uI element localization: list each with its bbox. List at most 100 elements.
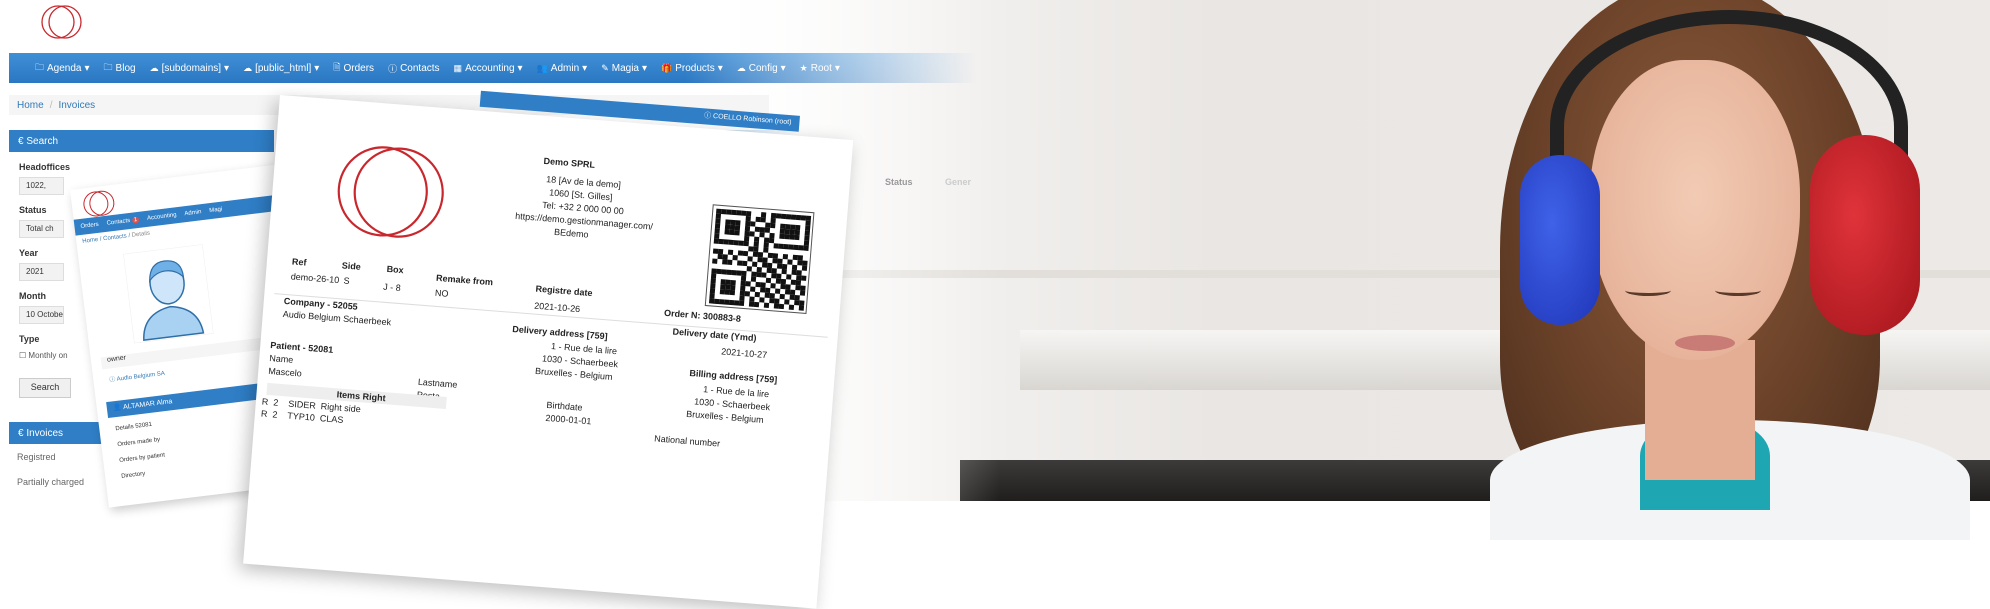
qr-module <box>712 258 718 264</box>
search-panel-title: Search <box>26 135 59 147</box>
owner-row: owner <box>100 335 281 370</box>
directory-link[interactable]: Directory <box>121 471 146 480</box>
headoffices-select[interactable]: 1022, <box>19 177 64 195</box>
registre-date-value: 2021-10-26 <box>533 300 581 315</box>
mini-bc-details: Details <box>131 230 151 239</box>
red-ear-cup <box>1810 135 1920 335</box>
ref-value: demo-26-10 <box>290 271 340 286</box>
qr-module <box>778 303 785 310</box>
billing-address-label: Billing address [759] <box>689 367 778 385</box>
invoices-item-partially-charged[interactable]: Partially charged <box>17 477 84 487</box>
details-link[interactable]: Details 52081 <box>115 422 152 432</box>
status-select[interactable]: Total ch <box>19 220 64 238</box>
mini-nav-magi[interactable]: Magi <box>209 207 223 215</box>
year-select[interactable]: 2021 <box>19 263 64 281</box>
nav-item-label: Contacts <box>400 62 440 74</box>
nav-item-label: Blog <box>115 62 136 74</box>
mini-nav-accounting[interactable]: Accounting <box>147 212 177 222</box>
cloud-icon: ☁ <box>149 62 159 73</box>
caret-down-icon: ▾ <box>517 62 523 74</box>
month-select[interactable]: 10 Octobe <box>19 306 64 324</box>
logo-circles-icon <box>41 5 82 39</box>
search-button[interactable]: Search <box>19 378 71 398</box>
patient-name-label: Name <box>268 352 294 365</box>
avatar-icon <box>123 244 214 344</box>
mini-nav-contacts[interactable]: Contacts 1 <box>106 216 140 227</box>
folder-icon: 🗀 <box>103 62 113 72</box>
left-eye <box>1625 285 1671 296</box>
breadcrumb-current[interactable]: Invoices <box>58 100 95 111</box>
column-header-gener: Gener <box>945 177 972 187</box>
nav-item-label: Root <box>810 62 832 74</box>
right-eye <box>1715 285 1761 296</box>
nav-item-label: Admin <box>550 62 580 74</box>
qr-module <box>801 265 808 271</box>
nav-item-accounting[interactable]: ▦ Accounting ▾ <box>454 63 523 74</box>
neck <box>1645 340 1755 480</box>
mini-nav-orders[interactable]: Orders <box>80 222 99 230</box>
nav-item-publichtml[interactable]: ☁ [public_html] ▾ <box>243 63 319 74</box>
delivery-address-label: Delivery address [759] <box>511 323 609 342</box>
nav-item-products[interactable]: 🎁 Products ▾ <box>661 63 723 74</box>
nav-item-admin[interactable]: 👥 Admin ▾ <box>537 63 588 74</box>
nav-item-root[interactable]: ★ Root ▾ <box>800 63 840 74</box>
qr-module <box>788 304 795 310</box>
folder-icon: 🗀 <box>35 62 45 72</box>
monthly-checkbox[interactable]: ☐ Monthly on <box>19 351 68 360</box>
nav-item-blog[interactable]: 🗀 Blog <box>104 60 136 76</box>
ref-label: Ref <box>291 256 307 268</box>
lips <box>1675 335 1735 351</box>
nav-item-agenda[interactable]: 🗀 Agenda ▾ <box>35 60 90 76</box>
search-panel-header: € Search <box>9 130 274 152</box>
qr-module <box>734 230 740 236</box>
nav-item-label: [public_html] <box>255 62 312 74</box>
euro-icon: € <box>18 427 27 439</box>
invoices-item-registred[interactable]: Registred <box>17 452 56 462</box>
status-label: Status <box>19 205 47 215</box>
qr-module <box>729 289 736 296</box>
patient-name-value: Mascelo <box>267 365 303 379</box>
breadcrumb-separator: / <box>49 99 53 111</box>
contacts-badge: 1 <box>131 216 140 224</box>
mini-bc-home[interactable]: Home <box>82 237 99 245</box>
delivery-date-label: Delivery date (Ymd) <box>672 326 757 344</box>
nav-item-contacts[interactable]: ⓘ Contacts <box>388 62 439 75</box>
nav-item-config[interactable]: ☁ Config ▾ <box>737 63 786 74</box>
breadcrumb-home[interactable]: Home <box>17 100 44 111</box>
box-value: J - 8 <box>382 281 402 294</box>
company-name: Demo SPRL <box>543 155 596 170</box>
nav-item-subdomains[interactable]: ☁ [subdomains] ▾ <box>150 63 230 74</box>
caret-down-icon: ▾ <box>834 62 840 74</box>
cloud-icon: ☁ <box>243 62 253 73</box>
type-label: Type <box>19 334 40 344</box>
qr-module <box>727 259 733 265</box>
birthdate-label: Birthdate <box>546 399 583 413</box>
nav-item-label: Accounting <box>465 62 515 74</box>
nav-item-magia[interactable]: ✎ Magia ▾ <box>601 63 647 74</box>
qr-code-icon <box>704 204 815 314</box>
caret-down-icon: ▾ <box>780 62 786 74</box>
company-vat: BEdemo <box>553 226 589 240</box>
nav-item-label: Orders <box>343 62 375 74</box>
qr-module <box>803 245 809 251</box>
nav-item-label: Magia <box>611 62 639 74</box>
birthdate-value: 2000-01-01 <box>545 412 592 427</box>
main-navbar: 🗀 Agenda ▾ 🗀 Blog ☁ [subdomains] ▾ ☁ [public_html… <box>9 53 976 83</box>
nav-item-label: Config <box>748 62 778 74</box>
star-icon: ★ <box>799 62 808 73</box>
remake-value: NO <box>434 287 449 299</box>
orders-made-by-link[interactable]: Orders made by <box>117 437 160 448</box>
nav-item-label: Agenda <box>47 62 82 74</box>
file-icon: 🗎 <box>333 62 341 72</box>
nav-item-orders[interactable]: 🗎 Orders <box>333 60 374 76</box>
mini-bc-contacts[interactable]: Contacts <box>103 233 127 242</box>
orders-by-patient-link[interactable]: Orders by patient <box>119 452 165 464</box>
monthly-label: Monthly on <box>28 351 68 360</box>
month-label: Month <box>19 291 46 301</box>
mini-nav-admin[interactable]: Admin <box>184 209 202 217</box>
users-icon: 👥 <box>536 62 548 73</box>
qr-module <box>794 234 800 241</box>
owner-link[interactable]: ⓘ Audio Belgium SA <box>109 368 165 384</box>
woman-with-headphones <box>1430 0 1990 540</box>
caret-down-icon: ▾ <box>717 62 723 74</box>
